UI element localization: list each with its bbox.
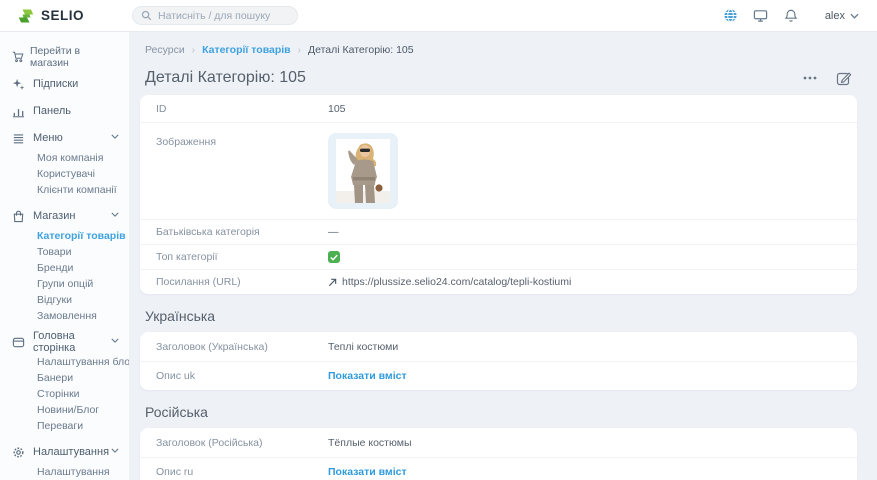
ukrainian-card: Заголовок (Українська) Теплі костюми Опи… bbox=[140, 332, 857, 390]
row-value: 105 bbox=[328, 103, 346, 115]
bar-chart-icon bbox=[12, 105, 25, 118]
user-name: alex bbox=[825, 10, 845, 22]
sidebar-item-advantages[interactable]: Переваги bbox=[0, 418, 129, 434]
breadcrumb: Ресурси › Категорії товарів › Деталі Кат… bbox=[145, 44, 857, 56]
show-content-link-ru[interactable]: Показати вміст bbox=[328, 466, 407, 478]
selio-logo-icon bbox=[18, 8, 34, 24]
sidebar-item-pages[interactable]: Сторінки bbox=[0, 386, 129, 402]
row-label: Посилання (URL) bbox=[156, 276, 328, 288]
globe-icon[interactable] bbox=[723, 8, 739, 24]
sidebar-item-label: Панель bbox=[33, 105, 71, 117]
breadcrumb-separator: › bbox=[192, 45, 195, 56]
shopping-bag-icon bbox=[12, 210, 25, 223]
detail-row-title-ru: Заголовок (Російська) Тёплые костюмы bbox=[140, 428, 857, 457]
row-label: Заголовок (Російська) bbox=[156, 437, 328, 449]
chevron-down-icon bbox=[111, 448, 119, 453]
section-title-russian: Російська bbox=[145, 404, 857, 420]
breadcrumb-separator: › bbox=[298, 45, 301, 56]
sidebar-item-banners[interactable]: Банери bbox=[0, 370, 129, 386]
app-header: SELIO bbox=[0, 0, 877, 32]
sidebar-item-products[interactable]: Товари bbox=[0, 244, 129, 260]
detail-row-top-category: Топ категорії bbox=[140, 244, 857, 269]
logo-text: SELIO bbox=[41, 8, 84, 23]
category-url-link[interactable]: https://plussize.selio24.com/catalog/tep… bbox=[342, 276, 571, 288]
show-content-link-uk[interactable]: Показати вміст bbox=[328, 370, 407, 382]
breadcrumb-categories-link[interactable]: Категорії товарів bbox=[202, 44, 291, 56]
detail-row-title-uk: Заголовок (Українська) Теплі костюми bbox=[140, 332, 857, 361]
user-menu[interactable]: alex bbox=[825, 10, 859, 22]
sidebar-item-users[interactable]: Користувачі bbox=[0, 166, 129, 182]
russian-card: Заголовок (Російська) Тёплые костюмы Опи… bbox=[140, 428, 857, 480]
search-input[interactable] bbox=[158, 10, 289, 22]
row-label: Опис uk bbox=[156, 370, 328, 382]
row-label: Заголовок (Українська) bbox=[156, 341, 328, 353]
gear-icon bbox=[12, 446, 25, 459]
breadcrumb-current: Деталі Категорію: 105 bbox=[308, 44, 414, 56]
sidebar-item-news-blog[interactable]: Новини/Блог bbox=[0, 402, 129, 418]
row-label: Опис ru bbox=[156, 466, 328, 478]
sidebar-item-company-clients[interactable]: Клієнти компанії bbox=[0, 182, 129, 198]
sidebar-group-settings[interactable]: Налаштування bbox=[0, 440, 129, 464]
sidebar-group-label: Меню bbox=[33, 132, 63, 144]
main-content: Ресурси › Категорії товарів › Деталі Кат… bbox=[130, 32, 877, 480]
category-image-thumbnail[interactable] bbox=[328, 133, 398, 209]
row-label: Топ категорії bbox=[156, 251, 328, 263]
sidebar-item-dashboard[interactable]: Панель bbox=[0, 99, 129, 123]
sidebar-group-menu[interactable]: Меню bbox=[0, 126, 129, 150]
row-label: ID bbox=[156, 103, 328, 115]
bell-icon[interactable] bbox=[783, 8, 799, 24]
chevron-down-icon bbox=[111, 212, 119, 217]
details-card: ID 105 Зображення bbox=[140, 95, 857, 294]
app-logo[interactable]: SELIO bbox=[18, 8, 84, 24]
sidebar-item-brands[interactable]: Бренди bbox=[0, 260, 129, 276]
sidebar-item-my-company[interactable]: Моя компанія bbox=[0, 150, 129, 166]
detail-row-description-uk: Опис uk Показати вміст bbox=[140, 361, 857, 390]
row-value: Теплі костюми bbox=[328, 341, 398, 353]
sidebar-item-reviews[interactable]: Відгуки bbox=[0, 292, 129, 308]
sidebar-item-settings[interactable]: Налаштування bbox=[0, 464, 129, 480]
top-category-checkbox[interactable] bbox=[328, 251, 340, 263]
detail-row-image: Зображення bbox=[140, 122, 857, 219]
row-value: — bbox=[328, 226, 339, 238]
detail-row-description-ru: Опис ru Показати вміст bbox=[140, 457, 857, 480]
detail-row-parent-category: Батьківська категорія — bbox=[140, 219, 857, 244]
sidebar-item-option-groups[interactable]: Групи опцій bbox=[0, 276, 129, 292]
sidebar-group-store[interactable]: Магазин bbox=[0, 204, 129, 228]
sidebar-item-orders[interactable]: Замовлення bbox=[0, 308, 129, 324]
chevron-down-icon bbox=[111, 134, 119, 139]
sidebar-item-label: Підписки bbox=[33, 78, 78, 90]
sidebar-group-label: Магазин bbox=[33, 210, 75, 222]
section-title-ukrainian: Українська bbox=[145, 308, 857, 324]
category-photo bbox=[336, 139, 390, 203]
page-title: Деталі Категорію: 105 bbox=[145, 69, 306, 87]
more-actions-icon[interactable] bbox=[801, 69, 819, 87]
edit-icon[interactable] bbox=[835, 69, 853, 87]
detail-row-id: ID 105 bbox=[140, 95, 857, 122]
browser-window-icon bbox=[12, 336, 25, 349]
search-icon bbox=[141, 10, 152, 21]
search-input-wrap[interactable] bbox=[132, 6, 298, 25]
row-label: Батьківська категорія bbox=[156, 226, 328, 238]
row-value: Тёплые костюмы bbox=[328, 437, 412, 449]
sidebar-item-label: Перейти в магазин bbox=[30, 45, 119, 69]
external-link-icon bbox=[328, 278, 337, 287]
chevron-down-icon bbox=[111, 338, 119, 343]
detail-row-url: Посилання (URL) https://plussize.selio24… bbox=[140, 269, 857, 294]
breadcrumb-resources[interactable]: Ресурси bbox=[145, 44, 185, 56]
row-label: Зображення bbox=[156, 133, 328, 148]
sidebar: Перейти в магазин Підписки Панель bbox=[0, 32, 130, 480]
monitor-icon[interactable] bbox=[753, 8, 769, 24]
sidebar-item-go-to-store[interactable]: Перейти в магазин bbox=[0, 45, 129, 69]
sidebar-group-label: Налаштування bbox=[33, 446, 109, 458]
sidebar-item-block-settings[interactable]: Налаштування блоку bbox=[0, 354, 129, 370]
sidebar-item-product-categories[interactable]: Категорії товарів bbox=[0, 228, 129, 244]
cart-icon bbox=[12, 51, 24, 63]
sidebar-group-label: Головна сторінка bbox=[33, 330, 119, 354]
list-icon bbox=[12, 132, 25, 145]
sidebar-item-subscriptions[interactable]: Підписки bbox=[0, 72, 129, 96]
sidebar-group-home-page[interactable]: Головна сторінка bbox=[0, 330, 129, 354]
sparkles-icon bbox=[12, 78, 25, 91]
chevron-down-icon bbox=[850, 13, 859, 19]
